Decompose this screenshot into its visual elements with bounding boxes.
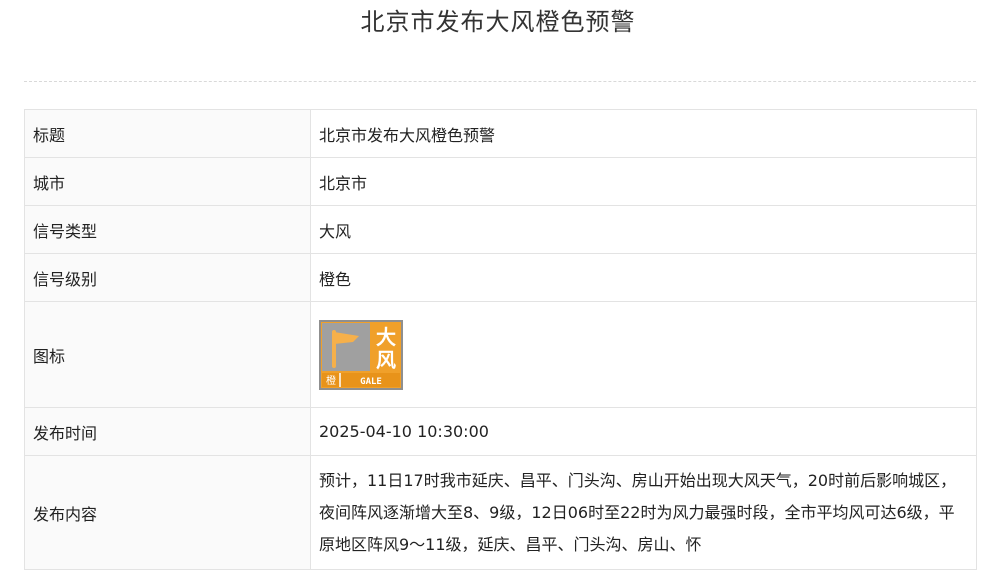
row-value-signal-level: 橙色: [310, 253, 977, 302]
table-row: 信号类型 大风: [24, 205, 977, 254]
row-value-signal-type: 大风: [310, 205, 977, 254]
row-label-icon: 图标: [24, 301, 311, 408]
title-divider: [24, 81, 976, 82]
row-label-content: 发布内容: [24, 455, 311, 570]
row-value-content: 预计，11日17时我市延庆、昌平、门头沟、房山开始出现大风天气，20时前后影响城…: [310, 455, 977, 570]
table-row: 标题 北京市发布大风橙色预警: [24, 109, 977, 158]
table-row: 图标 大 风 橙 GALE: [24, 301, 977, 408]
row-label-title: 标题: [24, 109, 311, 158]
row-value-city: 北京市: [310, 157, 977, 206]
row-value-title: 北京市发布大风橙色预警: [310, 109, 977, 158]
icon-char-sub: 风: [376, 348, 396, 372]
table-row: 发布内容 预计，11日17时我市延庆、昌平、门头沟、房山开始出现大风天气，20时…: [24, 455, 977, 570]
row-label-publish-time: 发布时间: [24, 407, 311, 456]
row-label-signal-type: 信号类型: [24, 205, 311, 254]
row-label-signal-level: 信号级别: [24, 253, 311, 302]
icon-english-label: GALE: [360, 377, 382, 387]
page-title: 北京市发布大风橙色预警: [360, 8, 636, 36]
table-row: 发布时间 2025-04-10 10:30:00: [24, 407, 977, 456]
table-row: 信号级别 橙色: [24, 253, 977, 302]
warning-info-table: 标题 北京市发布大风橙色预警 城市 北京市 信号类型 大风 信号级别 橙色 图标: [24, 109, 977, 570]
row-label-city: 城市: [24, 157, 311, 206]
gale-warning-icon: 大 风 橙 GALE: [319, 319, 403, 390]
icon-level-char: 橙: [326, 374, 336, 387]
row-value-publish-time: 2025-04-10 10:30:00: [310, 407, 977, 456]
table-row: 城市 北京市: [24, 157, 977, 206]
icon-char-main: 大: [376, 325, 396, 349]
row-value-icon: 大 风 橙 GALE: [310, 301, 977, 408]
